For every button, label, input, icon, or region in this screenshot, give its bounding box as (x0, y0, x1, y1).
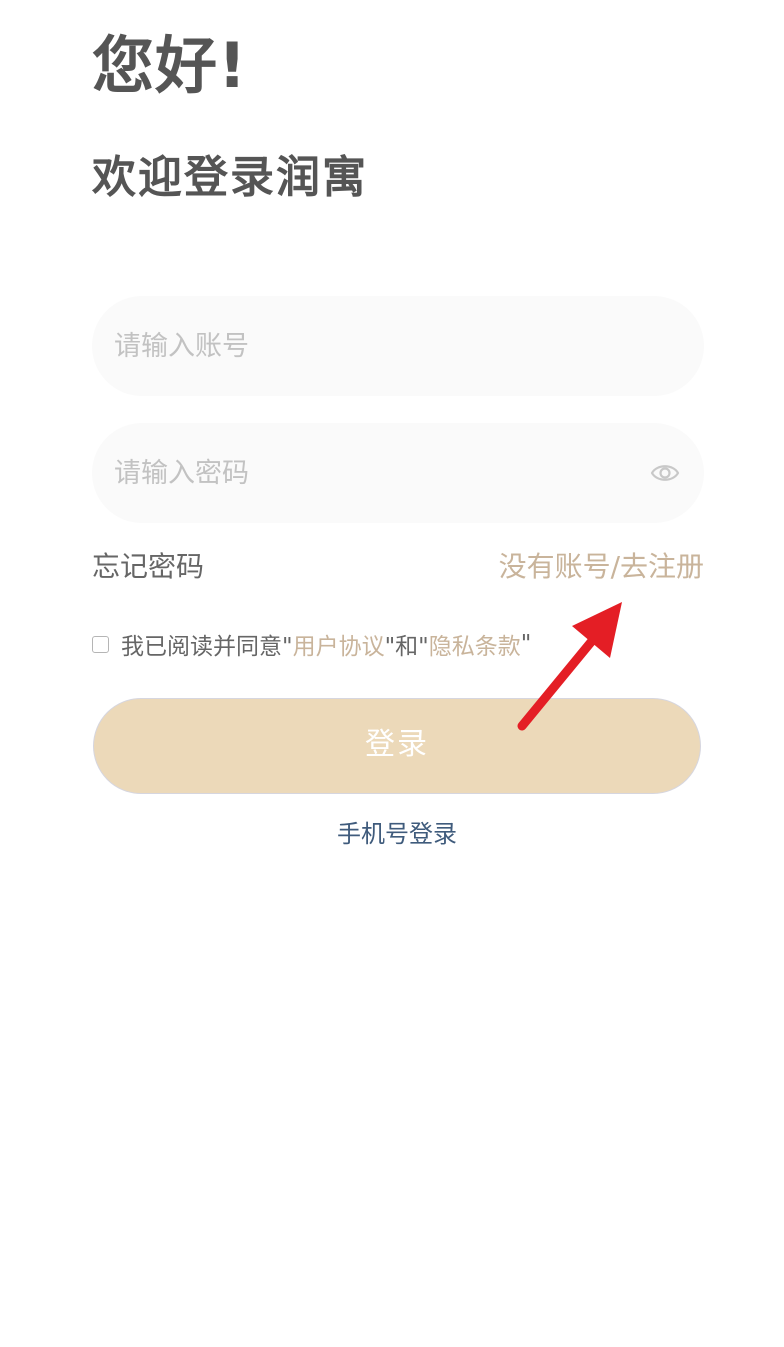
password-field (92, 423, 704, 523)
phone-login-link[interactable]: 手机号登录 (0, 814, 784, 854)
annotation-arrow-icon (517, 602, 622, 731)
login-page: 您好! 欢迎登录润寓 忘记密码 没有账号/去注册 我已阅读并同意" 用户协议 "… (0, 0, 784, 1347)
account-field (92, 296, 704, 396)
agreement-prefix: 我已阅读并同意" (121, 634, 293, 660)
welcome-subtitle: 欢迎登录润寓 (92, 152, 368, 203)
register-link[interactable]: 没有账号/去注册 (499, 545, 704, 589)
forgot-password-link[interactable]: 忘记密码 (92, 545, 204, 589)
greeting-title: 您好! (92, 29, 248, 102)
agreement-middle: "和" (384, 634, 429, 660)
agreement-checkbox[interactable] (92, 635, 109, 653)
eye-icon[interactable] (650, 458, 680, 488)
account-input[interactable] (114, 296, 634, 396)
password-input[interactable] (114, 423, 634, 523)
agreement-row: 我已阅读并同意" 用户协议 "和" 隐私条款 " (92, 628, 531, 660)
user-agreement-link[interactable]: 用户协议 (293, 627, 385, 661)
